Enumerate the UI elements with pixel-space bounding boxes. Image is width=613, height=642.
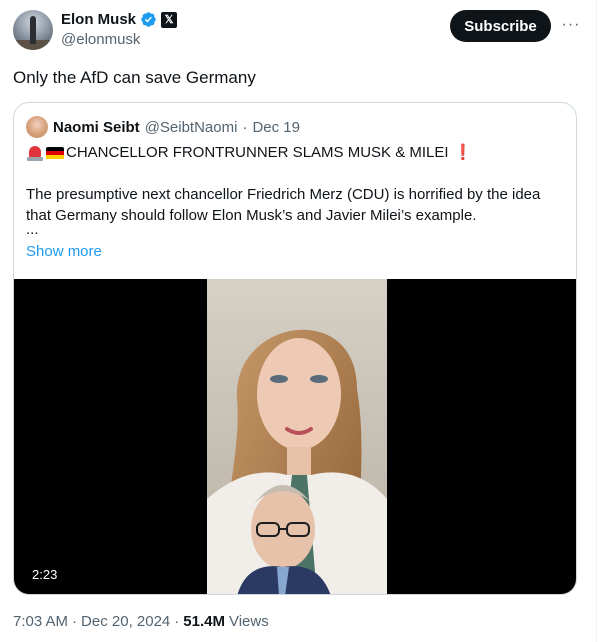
quoted-header: Naomi Seibt @SeibtNaomi · Dec 19 [26,116,300,138]
author-name[interactable]: Elon Musk [61,11,136,28]
quoted-headline-row: CHANCELLOR FRONTRUNNER SLAMS MUSK & MILE… [26,143,472,163]
avatar-rocket [30,16,36,44]
quoted-author-handle[interactable]: @SeibtNaomi [145,119,238,136]
timeline-border [596,0,597,642]
tweet-date[interactable]: Dec 20, 2024 [81,613,170,630]
verified-badge-icon[interactable] [140,11,157,28]
quoted-date[interactable]: Dec 19 [252,119,300,136]
quoted-author-name[interactable]: Naomi Seibt [53,119,140,136]
quoted-body: The presumptive next chancellor Friedric… [26,186,541,224]
video-thumbnail[interactable] [207,279,387,594]
quoted-avatar[interactable] [26,116,48,138]
video-frame-image [207,279,387,594]
meta-separator: · [72,613,78,630]
quoted-separator: · [242,118,248,136]
quoted-headline: CHANCELLOR FRONTRUNNER SLAMS MUSK & MILE… [66,144,449,161]
tweet-text: Only the AfD can save Germany [13,68,256,87]
tweet-metadata: 7:03 AM · Dec 20, 2024 · 51.4M Views [13,613,269,630]
siren-emoji-icon [26,145,44,161]
quoted-ellipsis: ... [26,221,39,238]
video-duration: 2:23 [26,565,64,584]
x-logo-icon[interactable]: 𝕏 [161,11,178,28]
tweet-header: Elon Musk 𝕏 @elonmusk Subscribe ··· [13,9,588,53]
more-options-icon[interactable]: ··· [561,15,581,35]
exclamation-emoji-icon: ❗ [453,144,473,161]
quoted-tweet[interactable]: Naomi Seibt @SeibtNaomi · Dec 19 CHANCEL… [13,102,577,595]
views-count[interactable]: 51.4M [183,613,225,630]
author-handle[interactable]: @elonmusk [61,31,140,48]
video-player[interactable]: 2:23 [14,279,576,594]
tweet-time[interactable]: 7:03 AM [13,613,68,630]
germany-flag-icon [46,146,64,160]
author-name-row: Elon Musk 𝕏 [61,11,178,28]
views-label: Views [228,613,269,630]
author-avatar[interactable] [13,10,53,50]
subscribe-button[interactable]: Subscribe [450,10,551,42]
meta-separator: · [174,613,180,630]
show-more-link[interactable]: Show more [26,243,102,260]
